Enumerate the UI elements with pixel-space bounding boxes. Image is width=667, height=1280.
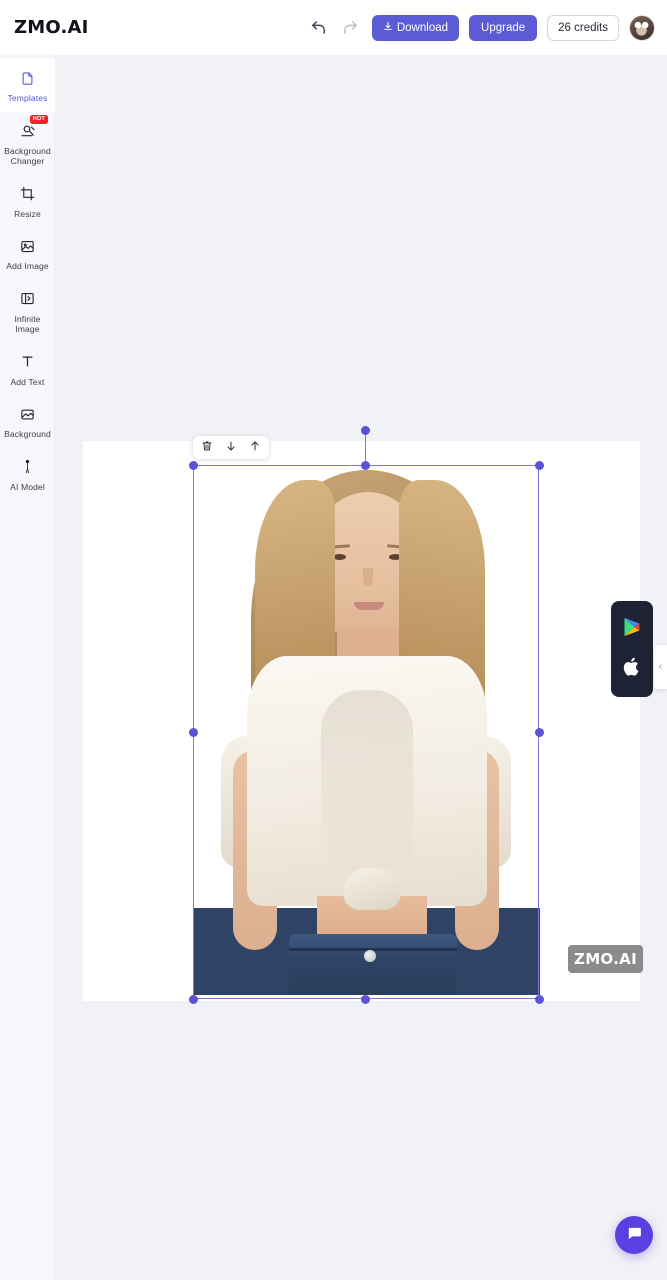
apple-icon [623, 656, 642, 683]
background-icon [18, 404, 38, 424]
add-image-icon [18, 236, 38, 256]
app-store-button[interactable] [619, 656, 645, 682]
google-play-button[interactable] [619, 616, 645, 642]
brand-logo[interactable]: ZMO.AI [14, 17, 89, 38]
arrow-up-icon [249, 440, 261, 455]
download-label: Download [396, 21, 449, 34]
resize-icon [18, 184, 38, 204]
layer-toolbar [193, 436, 269, 459]
hot-badge: HOT [29, 114, 48, 125]
sidebar-label-resize: Resize [14, 208, 41, 219]
handle-top-center[interactable] [361, 461, 370, 470]
app-header: ZMO.AI Download Upgrade 26 credits [0, 0, 667, 55]
infinite-image-icon [18, 289, 38, 309]
photo-shirt-knot [343, 868, 401, 910]
rotate-handle[interactable] [361, 426, 370, 435]
handle-bottom-center[interactable] [361, 995, 370, 1004]
chat-support-button[interactable] [615, 1216, 653, 1254]
chat-bubble-icon [626, 1225, 643, 1245]
sidebar-item-background[interactable]: Background [0, 395, 55, 448]
handle-top-left[interactable] [189, 461, 198, 470]
sidebar-label-templates: Templates [7, 93, 48, 103]
sidebar-label-add-image: Add Image [6, 261, 49, 271]
download-icon [383, 21, 393, 34]
app-store-panel [611, 601, 653, 697]
redo-button[interactable] [340, 17, 362, 39]
undo-icon [310, 19, 327, 36]
sidebar-label-infinite-image: Infinite Image [14, 313, 41, 335]
photo-shirt-shadow [321, 690, 413, 880]
sidebar-item-templates[interactable]: Templates [0, 59, 55, 112]
artboard[interactable]: ZMO.AI [83, 441, 643, 1001]
download-button[interactable]: Download [371, 14, 460, 41]
add-text-icon [18, 352, 38, 372]
sidebar-item-resize[interactable]: Resize [0, 175, 55, 228]
credits-chip[interactable]: 26 credits [547, 14, 619, 41]
app-root: ZMO.AI Download Upgrade 26 credits Templ… [0, 0, 667, 1280]
ai-model-icon [18, 457, 38, 477]
rotation-stem [365, 430, 366, 465]
handle-middle-right[interactable] [535, 728, 544, 737]
right-panel-toggle[interactable]: ‹ [654, 645, 667, 689]
redo-icon [342, 19, 359, 36]
templates-icon [18, 68, 38, 88]
google-play-icon [622, 616, 642, 643]
header-actions: Download Upgrade 26 credits [308, 14, 655, 41]
watermark: ZMO.AI [568, 945, 643, 973]
avatar[interactable] [629, 14, 655, 41]
sidebar-item-background-changer[interactable]: HOT Background Changer [0, 112, 55, 175]
workspace[interactable]: ZMO.AI [55, 55, 667, 1280]
handle-top-right[interactable] [535, 461, 544, 470]
sidebar-item-ai-model[interactable]: AI Model [0, 448, 55, 501]
handle-bottom-right[interactable] [535, 995, 544, 1004]
sidebar-item-infinite-image[interactable]: Infinite Image [0, 280, 55, 343]
delete-layer-button[interactable] [200, 441, 214, 455]
photo-nose [363, 568, 373, 586]
photo-jeans [289, 934, 457, 995]
image-layer[interactable] [193, 450, 540, 995]
sidebar-item-add-text[interactable]: Add Text [0, 343, 55, 396]
photo-jeans-button [364, 950, 376, 962]
arrow-down-icon [225, 440, 237, 455]
handle-bottom-left[interactable] [189, 995, 198, 1004]
trash-icon [201, 440, 213, 455]
sidebar-label-background-changer: Background Changer [4, 145, 51, 167]
left-sidebar: Templates HOT Background Changer Resize [0, 55, 55, 1280]
upgrade-button[interactable]: Upgrade [469, 14, 538, 41]
send-backward-button[interactable] [224, 441, 238, 455]
sidebar-label-background: Background [4, 429, 51, 439]
bring-forward-button[interactable] [248, 441, 262, 455]
sidebar-label-add-text: Add Text [10, 376, 45, 387]
undo-button[interactable] [308, 17, 330, 39]
handle-middle-left[interactable] [189, 728, 198, 737]
photo-mouth [354, 602, 384, 610]
sidebar-item-add-image[interactable]: Add Image [0, 227, 55, 280]
sidebar-label-ai-model: AI Model [10, 481, 45, 492]
